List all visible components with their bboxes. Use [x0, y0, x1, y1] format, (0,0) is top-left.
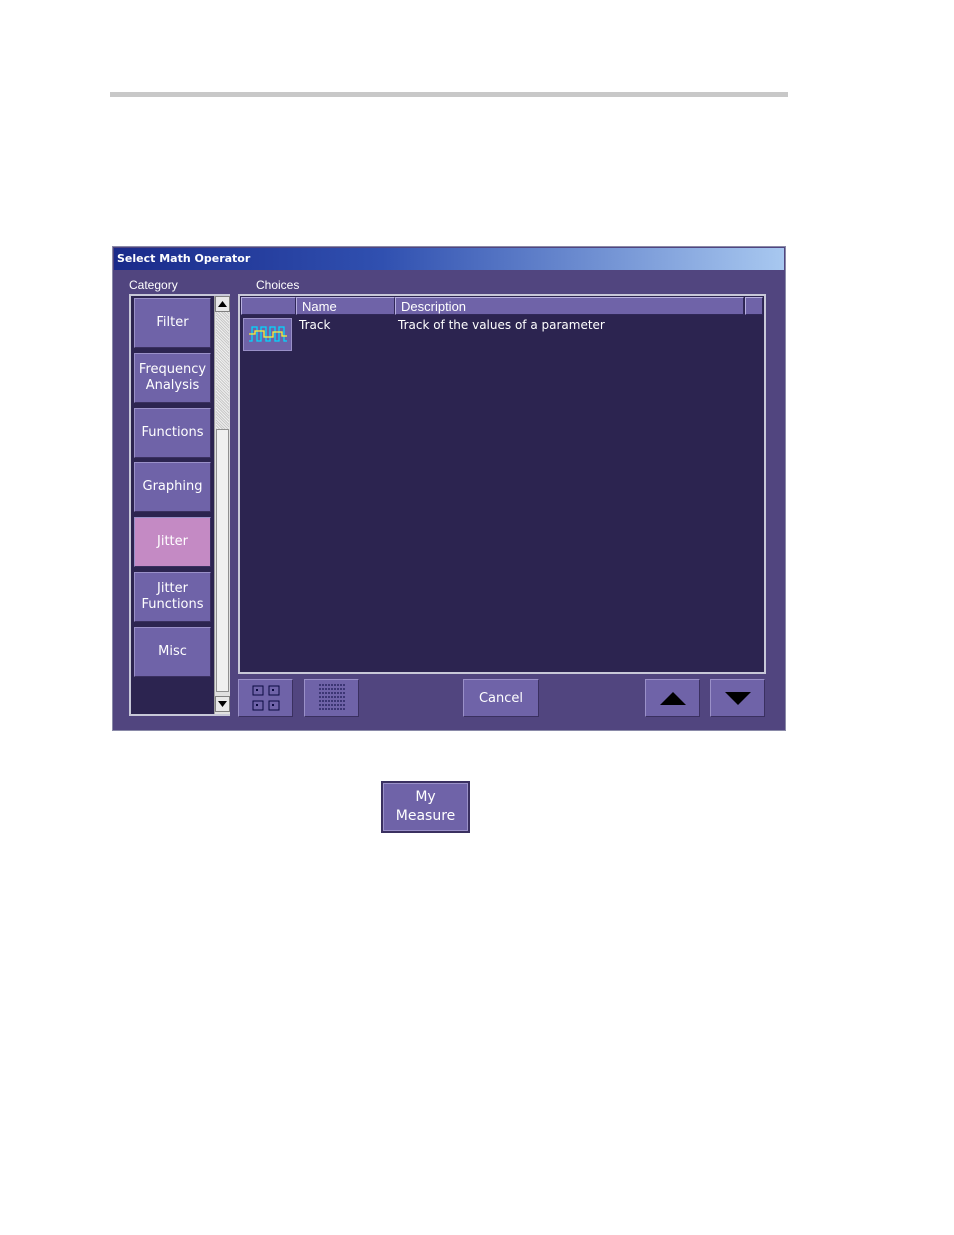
category-frequency-analysis-button[interactable]: Frequency Analysis [134, 353, 211, 403]
list-view-button[interactable] [304, 679, 359, 717]
row-name: Track [299, 318, 331, 332]
dialog-title: Select Math Operator [114, 248, 784, 270]
column-header-icon[interactable] [241, 297, 296, 315]
track-waveform-icon [243, 318, 292, 351]
category-label: Category [129, 278, 178, 292]
cancel-button[interactable]: Cancel [463, 679, 539, 717]
scrollbar-thumb[interactable] [216, 429, 229, 692]
triangle-up-icon [218, 301, 227, 307]
page-up-button[interactable] [645, 679, 700, 717]
icon-view-button[interactable] [238, 679, 293, 717]
scrollbar-track[interactable] [216, 312, 229, 429]
category-panel: Filter Frequency Analysis Functions Grap… [129, 294, 230, 716]
scroll-down-arrow[interactable] [215, 696, 230, 712]
category-jitter-functions-button[interactable]: Jitter Functions [134, 572, 211, 622]
row-description: Track of the values of a parameter [398, 318, 605, 332]
choices-table: Name Description Track Track of the valu… [238, 294, 766, 674]
select-math-operator-dialog: Select Math Operator Category Choices Fi… [112, 246, 786, 731]
page-down-button[interactable] [710, 679, 765, 717]
category-misc-button[interactable]: Misc [134, 627, 211, 677]
my-measure-button[interactable]: My Measure [381, 781, 470, 833]
category-graphing-button[interactable]: Graphing [134, 462, 211, 512]
list-view-icon [318, 684, 345, 710]
triangle-down-icon [218, 701, 227, 707]
choices-label: Choices [256, 278, 300, 292]
triangle-down-icon [724, 691, 751, 705]
category-filter-button[interactable]: Filter [134, 298, 211, 348]
header-rule [110, 92, 788, 97]
column-header-description[interactable]: Description [395, 297, 744, 315]
triangle-up-icon [659, 691, 686, 705]
category-functions-button[interactable]: Functions [134, 408, 211, 458]
category-scrollbar[interactable] [214, 296, 230, 714]
column-header-name[interactable]: Name [296, 297, 395, 315]
scroll-up-arrow[interactable] [215, 296, 230, 312]
grid-view-icon [252, 685, 279, 711]
column-header-extra[interactable] [745, 297, 763, 315]
category-jitter-button[interactable]: Jitter [134, 517, 211, 567]
